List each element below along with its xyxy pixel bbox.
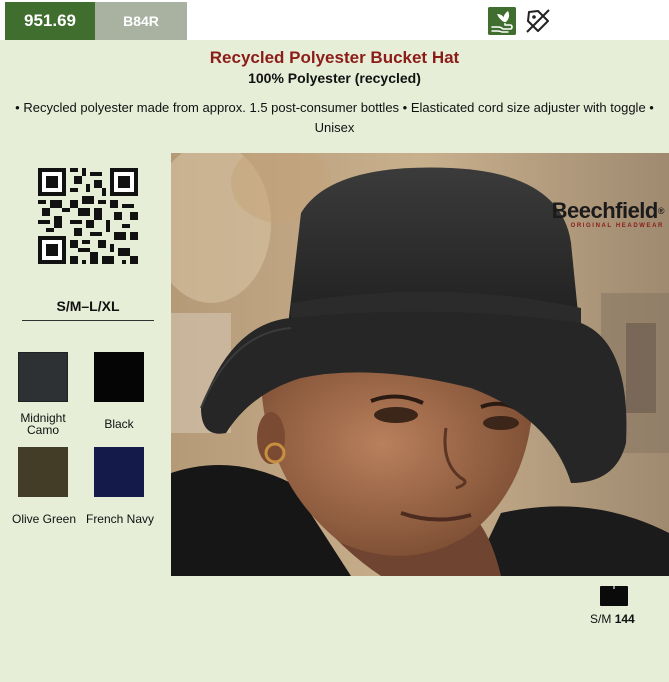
brand-logo: Beechfield® ORIGINAL HEADWEAR <box>512 198 665 230</box>
qr-code <box>38 168 138 264</box>
brand-name-text: Beechfield <box>551 198 659 223</box>
size-divider <box>22 320 154 321</box>
swatch-label-olive-green: Olive Green <box>11 512 77 526</box>
style-code-badge: B84R <box>95 2 187 40</box>
top-bar: 951.69 B84R <box>0 0 669 40</box>
swatch-black <box>94 352 144 402</box>
packaging-info: S/M 144 <box>590 612 650 626</box>
swatch-label-midnight-camo: Midnight Camo <box>8 412 78 436</box>
size-range: S/M–L/XL <box>56 298 120 314</box>
product-features: • Recycled polyester made from approx. 1… <box>15 100 654 135</box>
brand-name: Beechfield® <box>512 198 665 223</box>
swatch-french-navy <box>94 447 144 497</box>
swatch-label-french-navy: French Navy <box>85 512 155 526</box>
box-icon <box>600 583 628 606</box>
swatch-olive-green <box>18 447 68 497</box>
packaging-quantity: 144 <box>614 612 635 626</box>
swatch-midnight-camo <box>18 352 68 402</box>
swatch-label-line2: Camo <box>26 423 59 437</box>
brand-tagline: ORIGINAL HEADWEAR <box>570 223 664 229</box>
swatch-label-black: Black <box>104 417 134 431</box>
packaging-size: S/M <box>590 612 612 626</box>
eco-hand-leaf-icon <box>488 7 516 35</box>
product-code-badge: 951.69 <box>5 2 95 40</box>
product-material: 100% Polyester (recycled) <box>248 70 421 86</box>
no-tag-icon <box>526 9 550 33</box>
registered-mark: ® <box>657 206 665 216</box>
product-title: Recycled Polyester Bucket Hat <box>209 48 460 67</box>
catalog-page: 951.69 B84R Recycled Polyester Bucket Ha… <box>0 0 669 682</box>
